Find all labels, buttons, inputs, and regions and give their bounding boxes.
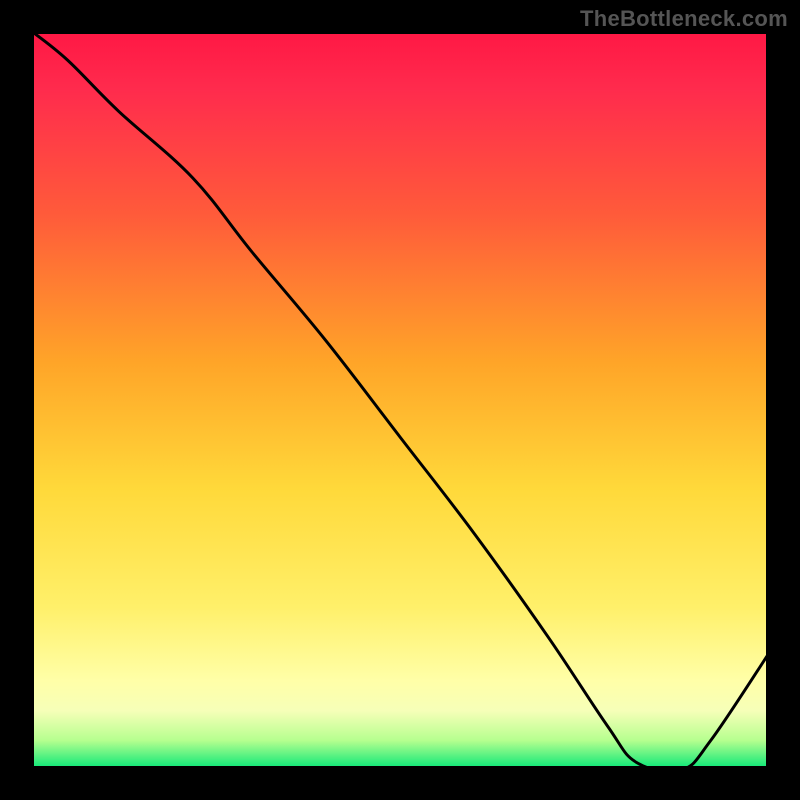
curve-line [30,30,770,770]
attribution-watermark: TheBottleneck.com [580,6,788,32]
chart-container: TheBottleneck.com [0,0,800,800]
plot-area [30,30,770,770]
curve-layer [30,30,770,770]
